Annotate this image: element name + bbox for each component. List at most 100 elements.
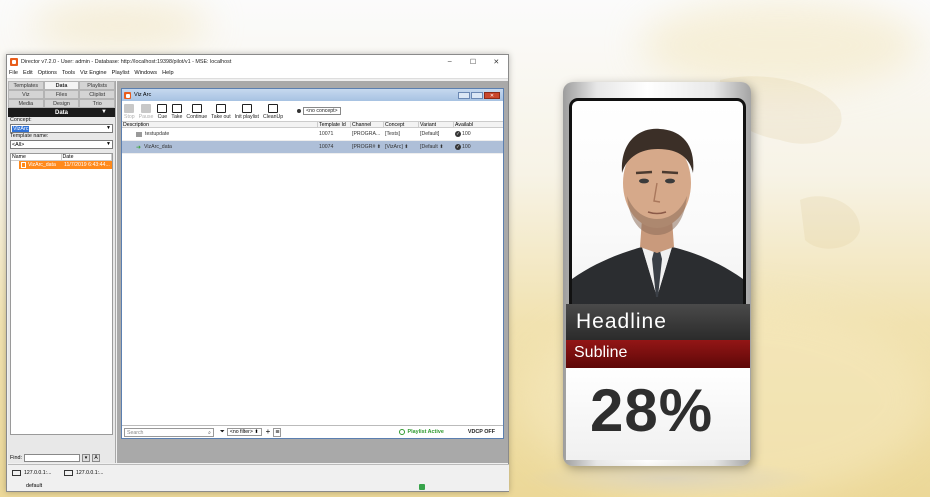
menu-help[interactable]: Help [162,70,174,76]
init-playlist-icon [241,104,252,113]
tree-item-date: 11/7/2019 6:43:44... [64,162,110,168]
menu-options[interactable]: Options [38,70,57,76]
folder-icon [136,131,142,137]
row-variant[interactable]: [Default] [419,131,454,137]
cleanup-button[interactable]: CleanUp [263,104,283,120]
row-channel[interactable]: [PROGR# ⬍ [351,144,384,150]
floor-reflection [520,460,820,497]
tab-data[interactable]: Data [43,81,80,90]
cleanup-icon [268,104,279,113]
tree-item-name: VizArc_data [28,162,56,168]
chevron-down-icon[interactable]: ▼ [106,141,111,147]
filter-dropdown[interactable]: <no filter> ⬍ [226,428,262,436]
template-name-select[interactable]: <All> ▼ [10,140,113,149]
playlist-toolbar: Stop Pause Cue Take Continue Take out In… [122,101,503,121]
child-close-button[interactable]: ✕ [484,91,500,99]
column-channel[interactable]: Channel [351,122,384,127]
continue-icon [191,104,202,113]
pin-icon [297,109,302,113]
take-button[interactable]: Take [171,104,182,120]
stop-button[interactable]: Stop [124,104,135,120]
data-panel-header[interactable]: Data ▼ [8,108,115,117]
filter-icon[interactable]: ⏷ [220,429,225,436]
search-placeholder: Search [127,429,144,436]
init-playlist-label: Init playlist [234,114,259,120]
playlist-window: Viz Arc ✕ Stop Pause Cue Take Continue T… [121,88,504,439]
cue-button[interactable]: Cue [157,104,168,120]
table-row[interactable]: testupdate 10071 [PROGRA... [Tests] [Def… [122,128,503,141]
concept-dropdown[interactable]: <no concept> [303,107,341,115]
director-window: Director v7.2.0 - User: admin - Database… [6,54,509,492]
tree-column-name[interactable]: Name [11,154,62,160]
child-maximize-button[interactable] [471,91,483,99]
data-tree: Name Date VizArc_data 11/7/2019 6:43:44.… [10,153,113,435]
find-input[interactable] [23,453,80,462]
search-input[interactable]: Search ⌕ [124,427,214,437]
menu-edit[interactable]: Edit [23,70,33,76]
search-icon[interactable]: ⌕ [208,429,211,437]
menu-playlist[interactable]: Playlist [112,70,130,76]
connection-item[interactable]: 127.0.0.1:... [64,468,103,478]
tree-column-date[interactable]: Date [62,154,112,160]
tab-design[interactable]: Design [43,99,80,108]
tab-playlists[interactable]: Playlists [79,81,116,90]
row-template-id: 10074 [319,144,334,150]
menu-file[interactable]: File [9,70,18,76]
row-channel[interactable]: [PROGRA... [351,131,384,137]
init-playlist-button[interactable]: Init playlist [235,104,259,120]
headline-text: Headline [576,310,667,333]
column-variant[interactable]: Variant [419,122,454,127]
portrait-photo [572,101,743,314]
find-bar: Find: ▾ A [10,453,114,462]
child-minimize-button[interactable] [458,91,470,99]
column-concept[interactable]: Concept [384,122,419,127]
row-concept[interactable]: [Tests] [384,131,419,137]
file-icon [21,162,26,168]
database-icon [419,484,425,490]
menu-windows[interactable]: Windows [134,70,157,76]
row-concept[interactable]: [VizArc] ⬍ [384,144,419,150]
subline-bar: Subline [566,340,750,368]
tree-item[interactable]: VizArc_data 11/7/2019 6:43:44... [19,161,112,169]
find-options-button[interactable]: A [91,453,100,462]
concept-selector[interactable]: <no concept> [297,107,341,115]
chevron-down-icon[interactable]: ▼ [106,125,111,131]
menu-tools[interactable]: Tools [62,70,75,76]
column-description[interactable]: Description [122,122,318,127]
tab-media[interactable]: Media [8,99,44,108]
connection-label: 127.0.0.1:... [76,470,104,476]
playlist-active-indicator: Playlist Active [399,429,444,435]
connection-label: 127.0.0.1:... [24,470,52,476]
concept-select[interactable]: VizArc ▼ [10,124,113,133]
take-out-button[interactable]: Take out [211,104,231,120]
close-button[interactable]: ✕ [485,55,508,68]
tab-cliplist[interactable]: Cliplist [79,90,116,99]
cleanup-label: CleanUp [262,114,284,120]
row-description: testupdate [145,131,170,137]
playlist-status-text: Playlist Active [407,429,444,435]
connection-item[interactable]: 127.0.0.1:... [12,468,51,478]
chevron-down-icon[interactable]: ▼ [101,109,107,115]
add-icon[interactable]: + [266,428,271,436]
maximize-button[interactable]: ☐ [461,55,484,68]
tab-trio[interactable]: Trio [79,99,116,108]
column-template-id[interactable]: Template Id [318,122,351,127]
column-available[interactable]: Availabl [454,122,484,127]
tab-files[interactable]: Files [43,90,80,99]
table-row[interactable]: ➜ VizArc_data 10074 [PROGR# ⬍ [VizArc] ⬍ … [122,141,503,154]
tab-viz[interactable]: Viz [8,90,44,99]
left-panel: Templates Data Playlists Viz Files Clipl… [8,81,116,463]
find-next-button[interactable]: ▾ [81,453,90,462]
stop-icon [124,104,135,113]
tab-templates[interactable]: Templates [8,81,44,90]
pause-button[interactable]: Pause [139,104,153,120]
menu-viz-engine[interactable]: Viz Engine [80,70,107,76]
row-variant[interactable]: [Default ⬍ [419,144,454,150]
data-panel-title: Data [54,109,68,116]
playlist-title: Viz Arc [134,92,152,98]
continue-button[interactable]: Continue [186,104,207,120]
minimize-button[interactable]: – [438,55,461,68]
list-menu-icon[interactable]: ≡ [273,427,282,437]
template-name-label: Template name: [10,133,49,139]
take-out-icon [215,104,226,113]
